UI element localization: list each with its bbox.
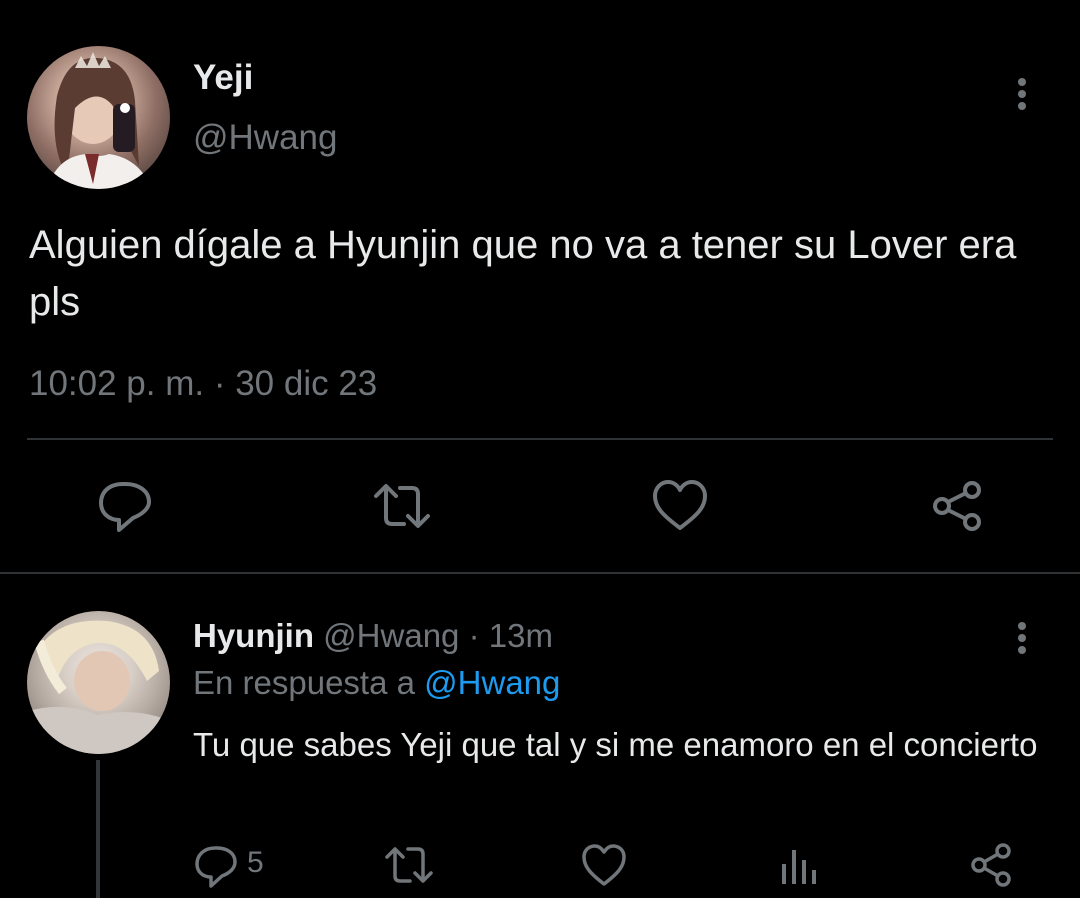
reply-button[interactable] [95,478,155,534]
reply-time-separator: · [468,617,480,654]
more-options-icon[interactable] [1010,618,1034,658]
share-icon [971,843,1011,887]
share-button[interactable] [928,478,988,534]
author-handle[interactable]: @Hwang [193,118,337,158]
reply-text: Tu que sabes Yeji que tal y si me enamor… [193,726,1038,763]
reply-share-button[interactable] [968,840,1016,890]
reply-author-name[interactable]: Hyunjin [193,617,314,654]
reply-reply-button[interactable]: 5 [193,840,283,890]
reply-author-handle[interactable]: @Hwang [323,617,459,654]
more-options-icon[interactable] [1010,74,1034,114]
reply-like-button[interactable] [580,840,628,890]
reply-icon [99,482,151,532]
replying-to: En respuesta a @Hwang [193,664,560,702]
replying-to-prefix: En respuesta a [193,664,415,701]
divider [0,572,1080,574]
reply-header: Hyunjin @Hwang · 13m [193,617,553,655]
avatar[interactable] [27,46,170,189]
reply-time[interactable]: 13m [489,617,553,654]
tweet-timestamp[interactable]: 10:02 p. m. · 30 dic 23 [29,364,377,404]
share-icon [933,481,981,531]
author-name[interactable]: Yeji [193,58,253,98]
views-icon [782,850,816,884]
retweet-button[interactable] [372,478,432,534]
reply-icon [195,846,237,888]
reply-avatar[interactable] [27,611,170,754]
like-button[interactable] [650,478,710,534]
reply-views-button[interactable] [778,840,818,890]
avatar-image [47,52,152,189]
like-icon [653,480,707,530]
retweet-icon [374,484,430,528]
thread-line [96,760,100,898]
tweet-text: Alguien dígale a Hyunjin que no va a ten… [29,223,1017,324]
reply-retweet-button[interactable] [384,840,434,890]
divider [27,438,1053,440]
reply-count: 5 [247,846,264,879]
retweet-icon [385,847,433,883]
replying-to-handle[interactable]: @Hwang [424,664,560,701]
like-icon [582,844,626,886]
avatar-image [27,620,170,754]
